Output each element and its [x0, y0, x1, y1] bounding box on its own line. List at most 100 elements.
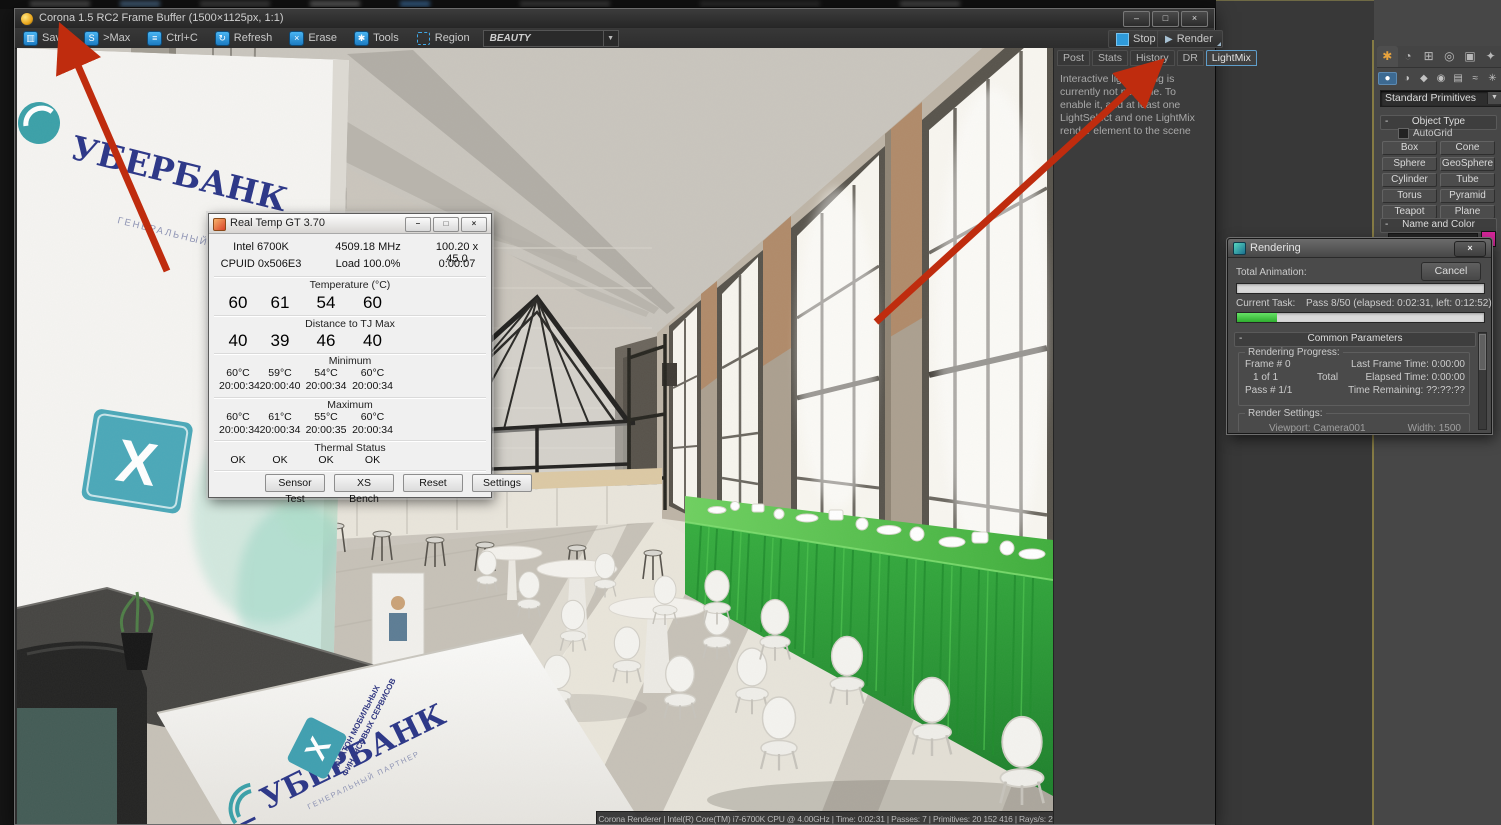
rendering-title-text: Rendering: [1250, 242, 1301, 254]
realtemp-window: Real Temp GT 3.70 – □ × Intel 6700K4509.…: [208, 213, 492, 498]
close-button[interactable]: ×: [461, 217, 487, 232]
box-button[interactable]: Box: [1382, 141, 1437, 155]
autogrid-checkbox[interactable]: AutoGrid: [1398, 128, 1452, 139]
render-settings-group: Render Settings: Viewport: Camera001 Wid…: [1238, 413, 1470, 432]
close-button[interactable]: ×: [1181, 11, 1208, 27]
helpers-icon[interactable]: ▤: [1450, 73, 1467, 84]
cameras-icon[interactable]: ◉: [1432, 73, 1449, 84]
rendering-dialog: Rendering × Total Animation: Cancel Curr…: [1227, 238, 1492, 434]
cylinder-button[interactable]: Cylinder: [1382, 173, 1437, 187]
minimum-times: 20:00:3420:00:40 20:00:3420:00:34: [219, 380, 406, 392]
primitives-dropdown[interactable]: Standard Primitives ▼: [1380, 90, 1501, 107]
common-parameters-rollout[interactable]: - Common Parameters: [1234, 332, 1476, 347]
render-icon: ▶: [1165, 34, 1173, 45]
tab-post[interactable]: Post: [1057, 50, 1090, 66]
tab-stats[interactable]: Stats: [1092, 50, 1128, 66]
xs-bench-button[interactable]: XS Bench: [334, 474, 394, 492]
region-button[interactable]: Region: [408, 28, 479, 48]
vfb-side-panel: Post Stats History DR LightMix Interacti…: [1053, 48, 1215, 824]
corona-logo-icon: [20, 12, 34, 26]
screenshot-root: ✱ ◔ ⊞ ◎ ▣ ✦ ● ◑ ◆ ◉ ▤ ≈ ✳ Standard Primi…: [0, 0, 1501, 825]
spacewarps-icon[interactable]: ≈: [1467, 73, 1484, 84]
torus-button[interactable]: Torus: [1382, 189, 1437, 203]
tab-lightmix[interactable]: LightMix: [1206, 50, 1257, 66]
vfb-tab-strip: Post Stats History DR LightMix: [1054, 48, 1215, 66]
checkbox-icon[interactable]: [1398, 128, 1409, 139]
clipboard-icon: ≡: [148, 32, 161, 45]
temperature-values: 6061 5460: [219, 293, 406, 313]
shapes-icon[interactable]: ◑: [1398, 73, 1415, 84]
erase-icon: ×: [290, 32, 303, 45]
settings-button[interactable]: Settings: [472, 474, 532, 492]
corona-frame-buffer-window: Corona 1.5 RC2 Frame Buffer (1500×1125px…: [14, 8, 1215, 825]
lightmix-message: Interactive light mixing is currently no…: [1054, 66, 1215, 145]
realtemp-app-icon: [213, 218, 226, 231]
name-color-rollout[interactable]: - Name and Color: [1380, 218, 1497, 233]
max-button[interactable]: S >Max: [76, 28, 139, 48]
refresh-icon: ↻: [216, 32, 229, 45]
current-task-label: Current Task:: [1236, 298, 1295, 309]
utilities-tab-icon[interactable]: ✦: [1480, 46, 1501, 67]
vfb-titlebar[interactable]: Corona 1.5 RC2 Frame Buffer (1500×1125px…: [15, 9, 1214, 29]
region-icon: [417, 32, 430, 45]
systems-icon[interactable]: ✳: [1484, 73, 1501, 84]
cone-button[interactable]: Cone: [1440, 141, 1495, 155]
distance-values: 4039 4640: [219, 331, 406, 351]
stop-icon: [1116, 33, 1129, 46]
create-tab-icon[interactable]: ✱: [1377, 46, 1398, 67]
lights-icon[interactable]: ◆: [1415, 73, 1432, 84]
tools-button[interactable]: ✱ Tools: [346, 28, 408, 48]
erase-button[interactable]: × Erase: [281, 28, 346, 48]
current-task-value: Pass 8/50 (elapsed: 0:02:31, left: 0:12:…: [1306, 298, 1492, 309]
tab-history[interactable]: History: [1130, 50, 1175, 66]
thermal-status-label: Thermal Status: [209, 442, 491, 454]
teapot-button[interactable]: Teapot: [1382, 205, 1437, 219]
realtemp-titlebar[interactable]: Real Temp GT 3.70 – □ ×: [209, 214, 491, 234]
vfb-toolbar: ▥ Save S >Max ≡ Ctrl+C ↻ Refresh × Erase…: [15, 28, 1214, 49]
minimum-temps: 60°C59°C 54°C60°C: [219, 367, 406, 379]
rendered-image: УБЕРБАНК ГЕНЕРАЛЬНЫЙ ПАРТНЕР X ХАКАТОН М…: [17, 48, 1053, 824]
maximum-times: 20:00:3420:00:34 20:00:3520:00:34: [219, 424, 406, 436]
render-pass-selector[interactable]: BEAUTY ▼: [483, 30, 619, 47]
maximize-button[interactable]: □: [1152, 11, 1179, 27]
sphere-button[interactable]: Sphere: [1382, 157, 1437, 171]
display-tab-icon[interactable]: ▣: [1460, 46, 1481, 67]
reset-button[interactable]: Reset: [403, 474, 463, 492]
send-to-max-icon: S: [85, 32, 98, 45]
create-category-icons: ● ◑ ◆ ◉ ▤ ≈ ✳: [1377, 69, 1501, 88]
gear-icon: ✱: [355, 32, 368, 45]
thermal-status-values: OKOK OKOK: [219, 454, 406, 466]
cancel-button[interactable]: Cancel: [1421, 262, 1481, 281]
dropdown-arrow-icon: ▼: [603, 31, 618, 46]
hierarchy-tab-icon[interactable]: ⊞: [1418, 46, 1439, 67]
pyramid-button[interactable]: Pyramid: [1440, 189, 1495, 203]
rendering-titlebar[interactable]: Rendering: [1228, 239, 1491, 258]
motion-tab-icon[interactable]: ◎: [1439, 46, 1460, 67]
minimize-button[interactable]: –: [405, 217, 431, 232]
tube-button[interactable]: Tube: [1440, 173, 1495, 187]
maximize-button[interactable]: □: [433, 217, 459, 232]
realtemp-title-text: Real Temp GT 3.70: [230, 217, 325, 229]
cpu-load-row: CPUID 0x506E3Load 100.0%0:00:07: [213, 258, 487, 270]
dialog-scrollbar[interactable]: [1478, 332, 1487, 430]
temperature-label: Temperature (°C): [209, 279, 491, 291]
tab-dr[interactable]: DR: [1177, 50, 1204, 66]
render-button[interactable]: ▶ Render: [1157, 30, 1223, 48]
minimize-button[interactable]: –: [1123, 11, 1150, 27]
sensor-test-button[interactable]: Sensor Test: [265, 474, 325, 492]
copy-button[interactable]: ≡ Ctrl+C: [139, 28, 206, 48]
geometry-icon[interactable]: ●: [1378, 72, 1397, 85]
minimum-label: Minimum: [209, 355, 491, 367]
modify-tab-icon[interactable]: ◔: [1398, 46, 1419, 67]
save-button[interactable]: ▥ Save: [15, 28, 76, 48]
refresh-button[interactable]: ↻ Refresh: [207, 28, 282, 48]
close-button[interactable]: ×: [1454, 241, 1486, 257]
command-panel-tabs: ✱ ◔ ⊞ ◎ ▣ ✦: [1377, 46, 1501, 68]
geosphere-button[interactable]: GeoSphere: [1440, 157, 1495, 171]
vfb-title-text: Corona 1.5 RC2 Frame Buffer (1500×1125px…: [39, 12, 283, 24]
plane-button[interactable]: Plane: [1440, 205, 1495, 219]
dropdown-arrow-icon: ▼: [1487, 92, 1501, 104]
maximum-label: Maximum: [209, 399, 491, 411]
max-app-icon: [1233, 242, 1246, 255]
maximum-temps: 60°C61°C 55°C60°C: [219, 411, 406, 423]
